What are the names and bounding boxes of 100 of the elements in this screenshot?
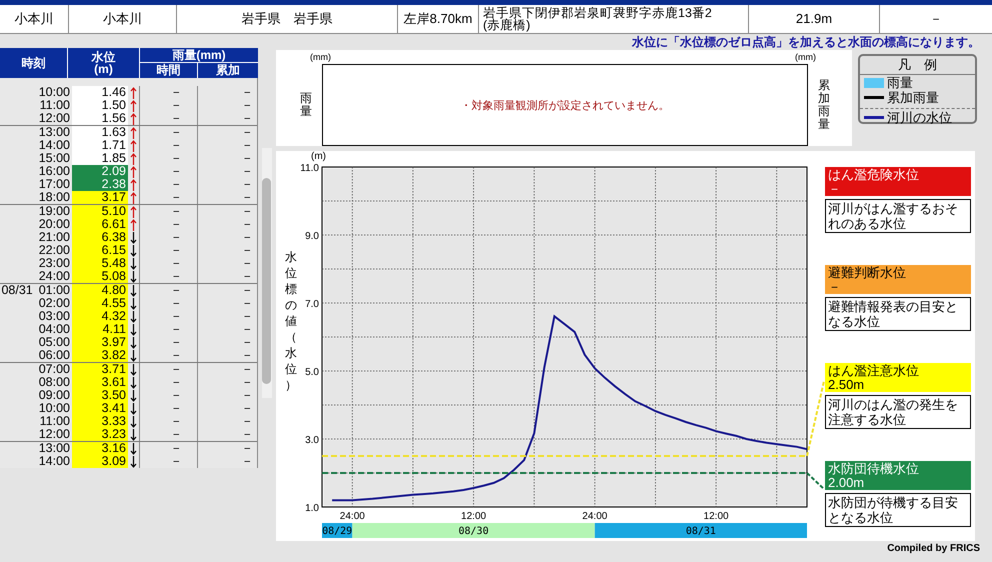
level-cell: 1.46	[72, 86, 128, 99]
tick-label: 24:00	[340, 511, 365, 522]
level-cell: 1.71	[72, 139, 128, 152]
time-text: 14:00	[38, 455, 70, 468]
tick-label: 5.0	[305, 367, 319, 378]
table-cell-text: －	[240, 270, 255, 283]
table-cell-text: －	[240, 112, 255, 125]
table-cell: －	[140, 86, 198, 99]
tick-label: 9.0	[305, 231, 319, 242]
scrollbar-thumb[interactable]	[262, 178, 271, 384]
tick-label: 3.0	[305, 435, 319, 446]
table-cell-text: －	[240, 152, 255, 165]
level-cell: 3.82	[72, 349, 128, 362]
level-cell: 4.32	[72, 310, 128, 323]
table-cell-text: －	[240, 376, 255, 389]
axis-label: 水位標の値（水位）	[285, 249, 297, 394]
threshold-value: 2.50m	[828, 378, 866, 392]
table-cell-text: －	[240, 178, 255, 191]
table-cell-text: －	[240, 218, 255, 231]
table-cell-text: －	[240, 402, 255, 415]
level-cell: 1.50	[72, 99, 128, 112]
legend-label: 累加雨量	[887, 89, 939, 106]
table-cell-text: －	[240, 323, 255, 336]
threshold-value: 2.00m	[828, 476, 866, 490]
table-cell: －	[140, 415, 198, 428]
table-cell-text: －	[240, 257, 255, 270]
time-text: 12:00	[38, 112, 70, 125]
station-cell: 岩手県 岩手県	[177, 5, 398, 33]
time-text: 18:00	[38, 191, 70, 204]
time-text: 08:00	[38, 376, 70, 389]
unit-label: (m)	[311, 151, 326, 162]
table-cell-text: －	[240, 442, 255, 455]
date-label: 08/29	[322, 526, 352, 537]
time-text: 16:00	[38, 165, 70, 178]
station-cell-text: －	[928, 10, 944, 28]
legend-title: 凡 例	[860, 56, 975, 75]
level-cell: 6.15	[72, 244, 128, 257]
time-text: 23:00	[38, 257, 70, 270]
table-cell: －	[140, 257, 198, 270]
time-text: 22:00	[38, 244, 70, 257]
time-text: 17:00	[38, 178, 70, 191]
table-cell-text: －	[240, 165, 255, 178]
table-cell: －	[140, 112, 198, 125]
level-cell: 3.16	[72, 442, 128, 455]
time-text: 14:00	[38, 139, 70, 152]
table-cell: －	[140, 297, 198, 310]
table-cell-text: －	[240, 389, 255, 402]
table-cell-text: －	[240, 415, 255, 428]
table-cell: －	[140, 152, 198, 165]
level-cell: 5.10	[72, 205, 128, 218]
table-cell: －	[140, 310, 198, 323]
threshold-name: 避難判断水位	[828, 266, 907, 280]
table-cell: －	[140, 284, 198, 297]
time-text: 04:00	[38, 323, 70, 336]
level-cell: 3.41	[72, 402, 128, 415]
threshold-description: 河川のはん濫の発生を注意する水位	[825, 395, 971, 429]
table-cell: －	[140, 99, 198, 112]
time-text: 02:00	[38, 297, 70, 310]
level-cell: 5.48	[72, 257, 128, 270]
threshold-description: 避難情報発表の目安となる水位	[825, 297, 971, 331]
time-text: 15:00	[38, 152, 70, 165]
table-cell-text: －	[240, 284, 255, 297]
level-cell: 3.09	[72, 455, 128, 468]
station-cell: 小本川	[69, 5, 177, 33]
table-cell: －	[140, 139, 198, 152]
tick-label: 11.0	[300, 163, 319, 174]
table-cell: －	[140, 270, 198, 283]
level-cell: 3.71	[72, 363, 128, 376]
level-cell: 3.23	[72, 428, 128, 441]
table-cell: －	[140, 126, 198, 139]
station-cell: 小本川	[0, 5, 69, 33]
note-text: 水位に「水位標のゼロ点高」を加えると水面の標高になります。	[630, 34, 981, 48]
unit-label: (mm)	[310, 52, 331, 64]
table-cell-text: －	[240, 205, 255, 218]
table-cell-text: －	[240, 363, 255, 376]
date-text: 08/31	[1, 284, 33, 297]
table-cell-text: －	[240, 99, 255, 112]
legend-label: 河川の水位	[887, 108, 952, 126]
table-cell-text: －	[240, 336, 255, 349]
level-cell: 1.85	[72, 152, 128, 165]
table-cell: －	[140, 389, 198, 402]
time-text: 03:00	[38, 310, 70, 323]
table-cell-text: －	[240, 349, 255, 362]
table-cell: －	[140, 218, 198, 231]
table-cell: －	[140, 178, 198, 191]
tick-label: 1.0	[305, 503, 319, 514]
level-cell: 6.38	[72, 231, 128, 244]
table-cell-text: －	[240, 297, 255, 310]
time-text: 10:00	[38, 86, 70, 99]
axis-label: 雨量	[300, 92, 312, 118]
footer-text: Compiled by FRICS	[886, 542, 981, 555]
table-cell: －	[140, 336, 198, 349]
tick-label: 12:00	[461, 511, 486, 522]
time-text: 13:00	[38, 442, 70, 455]
scrollbar[interactable]	[262, 148, 272, 398]
tick-label: 24:00	[582, 511, 608, 522]
table-cell: －	[140, 244, 198, 257]
table-cell-text: －	[240, 191, 255, 204]
time-text: 20:00	[38, 218, 70, 231]
time-text: 05:00	[38, 336, 70, 349]
